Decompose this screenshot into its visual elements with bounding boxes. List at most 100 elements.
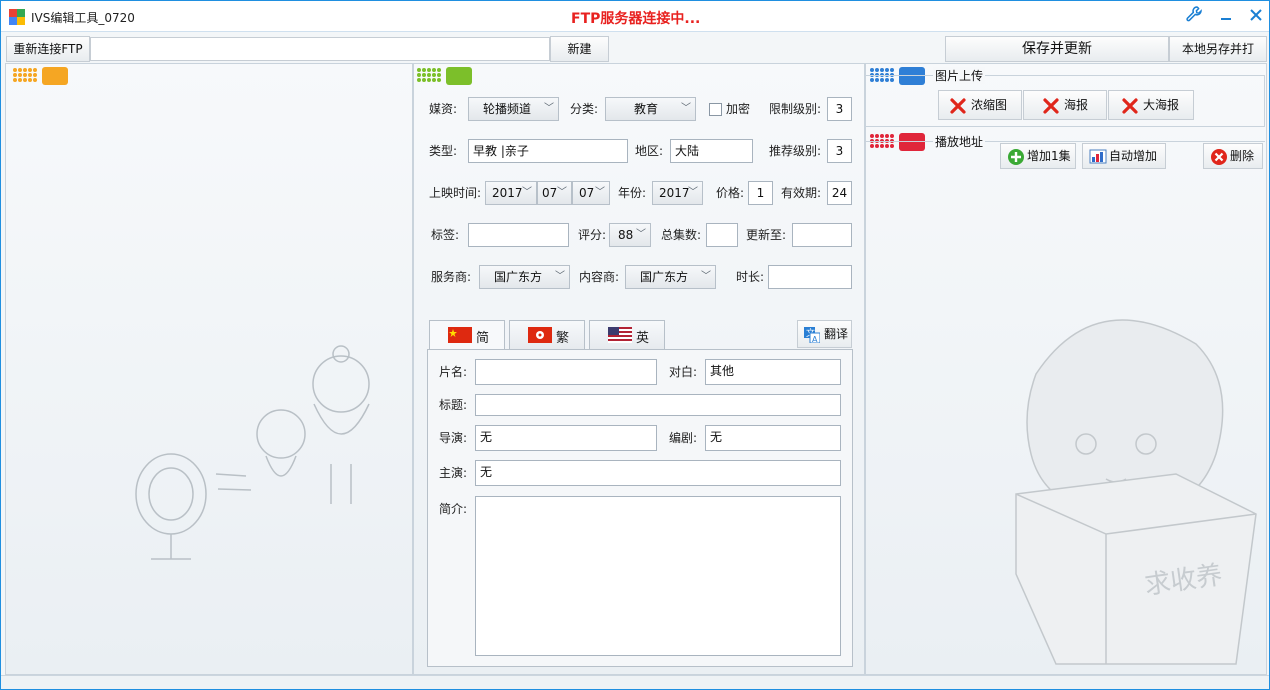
cast-input[interactable]: 无 bbox=[475, 460, 841, 486]
left-panel bbox=[5, 63, 413, 675]
release-day-select[interactable]: 07 ﹀ bbox=[572, 181, 610, 205]
encrypt-label: 加密 bbox=[726, 102, 751, 116]
updated-to-input[interactable] bbox=[792, 223, 852, 247]
chevron-down-icon: ﹀ bbox=[595, 187, 605, 198]
chart-icon bbox=[1089, 148, 1107, 164]
duration-label: 时长: bbox=[736, 270, 765, 284]
year-label: 年份: bbox=[618, 186, 647, 200]
save-local-button[interactable]: 本地另存并打 bbox=[1169, 36, 1267, 62]
translate-button[interactable]: 文A 翻译 bbox=[797, 320, 852, 348]
tab-english-label: 英 bbox=[636, 331, 650, 346]
restrict-level-label: 限制级别: bbox=[769, 102, 822, 116]
minimize-icon[interactable] bbox=[1213, 5, 1239, 29]
release-year-select[interactable]: 2017 ﹀ bbox=[485, 181, 537, 205]
save-and-update-button[interactable]: 保存并更新 bbox=[945, 36, 1169, 62]
red-x-icon bbox=[949, 97, 966, 114]
type-input[interactable]: 早教 |亲子 bbox=[468, 139, 628, 163]
tags-label: 标签: bbox=[431, 228, 460, 242]
dialogue-label: 对白: bbox=[669, 365, 698, 379]
release-month-select[interactable]: 07 ﹀ bbox=[537, 181, 572, 205]
poster-label: 海报 bbox=[1064, 98, 1089, 112]
translate-label: 翻译 bbox=[824, 327, 849, 341]
add-one-label: 增加1集 bbox=[1027, 149, 1071, 163]
delete-label: 删除 bbox=[1230, 149, 1255, 163]
updated-to-label: 更新至: bbox=[746, 228, 787, 242]
provider-select[interactable]: 国广东方 ﹀ bbox=[479, 265, 570, 289]
thumbnail-button[interactable]: 浓缩图 bbox=[938, 90, 1022, 120]
cast-label: 主演: bbox=[439, 466, 468, 480]
dialogue-input[interactable]: 其他 bbox=[705, 359, 841, 385]
tab-traditional-label: 繁 bbox=[556, 331, 570, 346]
tab-simplified-label: 简 bbox=[476, 331, 490, 346]
chevron-down-icon: ﹀ bbox=[544, 103, 554, 114]
rating-label: 评分: bbox=[578, 228, 607, 242]
red-x-icon bbox=[1042, 97, 1059, 114]
media-select[interactable]: 轮播频道 ﹀ bbox=[468, 97, 559, 121]
intro-textarea[interactable] bbox=[475, 496, 841, 656]
name-label: 片名: bbox=[439, 365, 468, 379]
director-input[interactable]: 无 bbox=[475, 425, 657, 451]
ftp-address-input[interactable] bbox=[90, 37, 550, 61]
intro-label: 简介: bbox=[439, 502, 468, 516]
title-label: 标题: bbox=[439, 398, 468, 412]
tab-simplified[interactable]: 简 bbox=[429, 320, 505, 350]
media-label: 媒资: bbox=[429, 102, 458, 116]
tab-english[interactable]: 英 bbox=[589, 320, 665, 349]
china-flag-icon bbox=[448, 327, 472, 343]
restrict-level-input[interactable]: 3 bbox=[827, 97, 852, 121]
chevron-down-icon: ﹀ bbox=[522, 187, 532, 198]
poster-button[interactable]: 海报 bbox=[1023, 90, 1107, 120]
add-one-episode-button[interactable]: 增加1集 bbox=[1000, 143, 1076, 169]
duration-input[interactable] bbox=[768, 265, 852, 289]
app-title: IVS编辑工具_0720 bbox=[31, 11, 135, 25]
tab-traditional[interactable]: 繁 bbox=[509, 320, 585, 349]
image-upload-title: 图片上传 bbox=[933, 67, 986, 84]
play-address-title: 播放地址 bbox=[933, 133, 986, 150]
total-episodes-label: 总集数: bbox=[661, 228, 702, 242]
big-poster-button[interactable]: 大海报 bbox=[1108, 90, 1194, 120]
play-address-divider bbox=[865, 141, 1265, 142]
content-provider-select[interactable]: 国广东方 ﹀ bbox=[625, 265, 716, 289]
chevron-down-icon: ﹀ bbox=[557, 187, 567, 198]
writer-label: 编剧: bbox=[669, 431, 698, 445]
region-input[interactable]: 大陆 bbox=[670, 139, 753, 163]
chevron-down-icon: ﹀ bbox=[636, 229, 646, 240]
recommend-level-label: 推荐级别: bbox=[769, 144, 822, 158]
validity-label: 有效期: bbox=[781, 186, 822, 200]
tags-input[interactable] bbox=[468, 223, 569, 247]
total-episodes-input[interactable] bbox=[706, 223, 738, 247]
auto-add-button[interactable]: 自动增加 bbox=[1082, 143, 1166, 169]
encrypt-checkbox[interactable] bbox=[709, 103, 722, 116]
orange-section-tag-icon bbox=[12, 66, 72, 85]
app-logo-icon bbox=[9, 9, 25, 25]
release-time-label: 上映时间: bbox=[429, 186, 482, 200]
auto-add-label: 自动增加 bbox=[1109, 149, 1158, 163]
big-poster-label: 大海报 bbox=[1143, 98, 1180, 112]
writer-input[interactable]: 无 bbox=[705, 425, 841, 451]
delete-button[interactable]: 删除 bbox=[1203, 143, 1263, 169]
validity-input[interactable]: 24 bbox=[827, 181, 852, 205]
title-bar: IVS编辑工具_0720 FTP服务器连接中... bbox=[1, 1, 1269, 32]
category-label: 分类: bbox=[570, 102, 599, 116]
name-input[interactable] bbox=[475, 359, 657, 385]
director-label: 导演: bbox=[439, 431, 468, 445]
hongkong-flag-icon bbox=[528, 327, 552, 343]
rating-select[interactable]: 88 ﹀ bbox=[609, 223, 651, 247]
green-plus-icon bbox=[1007, 148, 1024, 165]
reconnect-ftp-button[interactable]: 重新连接FTP bbox=[6, 36, 90, 62]
title-input[interactable] bbox=[475, 394, 841, 416]
price-label: 价格: bbox=[716, 186, 745, 200]
provider-label: 服务商: bbox=[431, 270, 472, 284]
connection-status: FTP服务器连接中... bbox=[571, 11, 701, 27]
category-select[interactable]: 教育 ﹀ bbox=[605, 97, 696, 121]
red-section-tag-icon bbox=[869, 132, 929, 151]
new-button[interactable]: 新建 bbox=[550, 36, 609, 62]
close-icon[interactable] bbox=[1243, 5, 1269, 29]
price-input[interactable]: 1 bbox=[748, 181, 773, 205]
chevron-down-icon: ﹀ bbox=[681, 103, 691, 114]
settings-wrench-icon[interactable] bbox=[1181, 5, 1207, 29]
chevron-down-icon: ﹀ bbox=[701, 271, 711, 282]
year-select[interactable]: 2017 ﹀ bbox=[652, 181, 703, 205]
recommend-level-input[interactable]: 3 bbox=[827, 139, 852, 163]
red-x-icon bbox=[1121, 97, 1138, 114]
